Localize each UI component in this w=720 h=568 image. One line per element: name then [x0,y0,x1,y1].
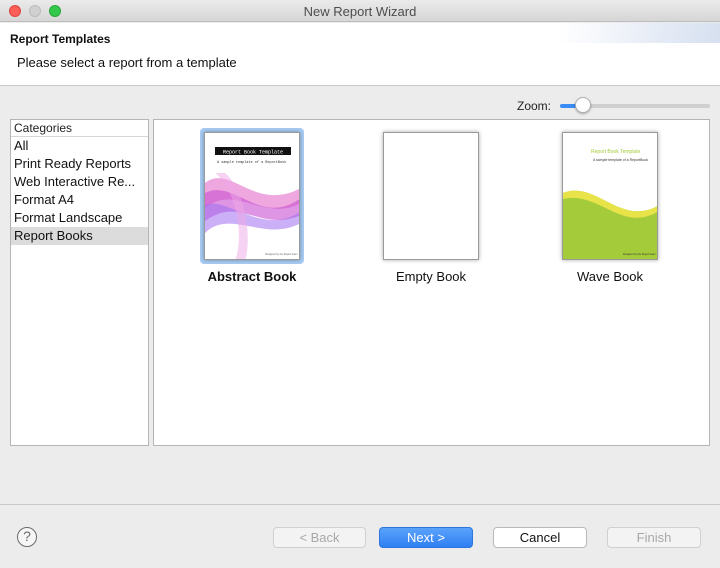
page-title: Report Templates [10,32,111,46]
help-icon[interactable]: ? [17,527,37,547]
back-button[interactable]: < Back [273,527,366,548]
abstract-wave-graphic: Report Book Template A sample template o… [205,150,299,259]
template-wave-book[interactable]: Report Book Template A sample template o… [555,128,665,284]
page-description: Please select a report from a template [17,55,237,70]
green-wave-graphic: Report Book Template A sample template o… [563,149,657,259]
template-frame: Report Book Template A sample template o… [558,128,662,264]
template-selection-frame: Report Book Template A sample template o… [200,128,304,264]
zoom-slider-knob[interactable] [575,97,591,113]
wave-book-thumbnail: Report Book Template A sample template o… [562,132,658,260]
thumbnail-title: Report Book Template [223,150,283,156]
template-label: Empty Book [395,269,467,284]
header-decoration [560,23,720,43]
categories-list: Categories All Print Ready Reports Web I… [10,119,149,446]
template-frame [379,128,483,264]
template-empty-book[interactable]: Empty Book [376,128,486,284]
category-item-print-ready-reports[interactable]: Print Ready Reports [11,155,148,173]
thumbnail-footer: Designed by the Report team [623,253,656,256]
abstract-book-thumbnail: Report Book Template A sample template o… [204,132,300,260]
next-button[interactable]: Next > [379,527,473,548]
thumbnail-title: Report Book Template [591,149,641,155]
templates-gallery: Report Book Template A sample template o… [153,119,710,446]
template-label: Abstract Book [207,269,297,284]
footer-divider [0,504,720,505]
finish-button[interactable]: Finish [607,527,701,548]
category-item-web-interactive-reports[interactable]: Web Interactive Re... [11,173,148,191]
thumbnail-subtitle: A sample template of a ReportBook [593,158,648,162]
empty-book-thumbnail [383,132,479,260]
cancel-button[interactable]: Cancel [493,527,587,548]
wizard-header: Report Templates Please select a report … [0,23,720,86]
title-bar: New Report Wizard [0,0,720,22]
zoom-label: Zoom: [517,99,552,113]
window-title: New Report Wizard [303,4,417,19]
template-abstract-book[interactable]: Report Book Template A sample template o… [197,128,307,284]
template-label: Wave Book [577,269,643,284]
category-item-report-books[interactable]: Report Books [11,227,148,245]
thumbnail-footer: Designed by the Report team [265,253,298,256]
category-item-format-a4[interactable]: Format A4 [11,191,148,209]
category-item-format-landscape[interactable]: Format Landscape [11,209,148,227]
zoom-slider[interactable] [560,97,710,113]
category-item-all[interactable]: All [11,137,148,155]
categories-header: Categories [11,120,148,137]
thumbnail-subtitle: A sample template of a ReportBook [217,160,286,165]
